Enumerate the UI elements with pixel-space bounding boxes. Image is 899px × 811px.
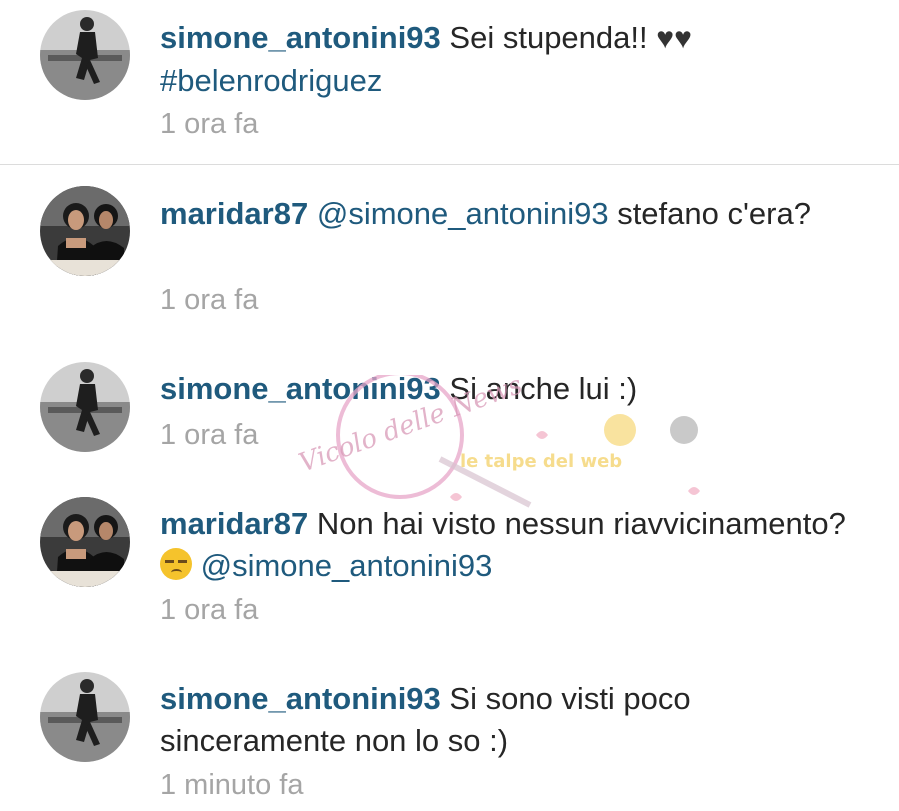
comment-username[interactable]: simone_antonini93 — [160, 20, 441, 55]
comment-mention[interactable]: @simone_antonini93 — [317, 196, 609, 231]
unamused-face-icon — [160, 548, 192, 580]
divider — [0, 164, 899, 165]
comment-time: 1 ora fa — [160, 419, 259, 451]
comment-text: Non hai visto nessun riavvicinamento? — [316, 506, 846, 541]
comment-body: simone_antonini93 Si sono visti poco sin… — [160, 678, 879, 762]
avatar[interactable] — [40, 497, 130, 587]
comment-mention[interactable]: @simone_antonini93 — [201, 548, 493, 583]
comment-text: stefano c'era? — [617, 196, 811, 231]
comment-time: 1 ora fa — [160, 594, 259, 626]
avatar[interactable] — [40, 672, 130, 762]
comment-body: simone_antonini93 Sei stupenda!! ♥♥ #bel… — [160, 17, 879, 102]
comment-text: Sei stupenda!! — [449, 20, 648, 55]
avatar[interactable] — [40, 186, 130, 276]
avatar[interactable] — [40, 10, 130, 100]
comment-username[interactable]: maridar87 — [160, 196, 308, 231]
comment-time: 1 ora fa — [160, 108, 259, 140]
comment-username[interactable]: maridar87 — [160, 506, 308, 541]
watermark-right-text: le talpe del web — [460, 451, 622, 472]
comment-text: Si anche lui :) — [449, 371, 638, 406]
comment-body: simone_antonini93 Si anche lui :) — [160, 368, 879, 410]
heart-icon: ♥♥ — [656, 22, 692, 55]
comment-username[interactable]: simone_antonini93 — [160, 681, 441, 716]
comment-username[interactable]: simone_antonini93 — [160, 371, 441, 406]
comment-hashtag[interactable]: #belenrodriguez — [160, 63, 382, 98]
avatar[interactable] — [40, 362, 130, 452]
comment-time: 1 minuto fa — [160, 769, 304, 801]
comment-body: maridar87 @simone_antonini93 stefano c'e… — [160, 193, 879, 235]
comment-body: maridar87 Non hai visto nessun riavvicin… — [160, 503, 879, 587]
comment-time: 1 ora fa — [160, 284, 259, 316]
